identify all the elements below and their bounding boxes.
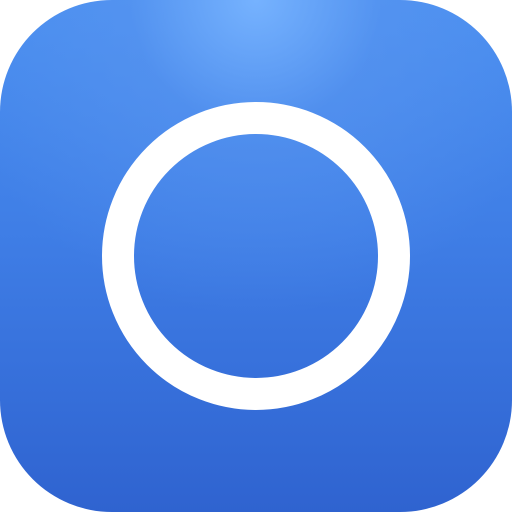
app-icon[interactable] xyxy=(0,0,512,512)
icon-canvas xyxy=(0,0,512,512)
circle-ring-icon xyxy=(102,102,410,410)
